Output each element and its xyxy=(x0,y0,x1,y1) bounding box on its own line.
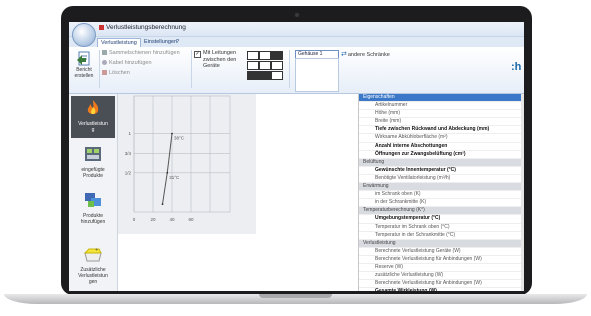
y-tick-label: 3/4 xyxy=(125,151,132,156)
series-line xyxy=(162,133,173,205)
flame-icon xyxy=(87,100,99,115)
y-tick-label: 1 xyxy=(128,131,131,136)
nav-eingefuegte-label: eingefügte Produkte xyxy=(81,167,105,179)
property-row[interactable]: Berechnete Verlustleistung Geräte (W) xyxy=(359,248,524,256)
property-row[interactable]: im Schrank oben (K) xyxy=(359,191,524,200)
ribbon-tab-bar: Verlustleistung Einstellungen ? xyxy=(69,37,524,48)
layout-button-7[interactable] xyxy=(247,71,259,80)
products-icon xyxy=(85,147,101,161)
property-row[interactable]: Gewünschte Innentemperatur (°C) xyxy=(359,167,524,175)
data-label: 31°C xyxy=(169,175,180,180)
data-point xyxy=(171,132,173,135)
property-row[interactable]: Anzahl interne Abschottungen xyxy=(359,143,524,151)
svg-text:+: + xyxy=(95,247,98,252)
cable-icon xyxy=(102,60,107,66)
layout-button-8[interactable] xyxy=(259,71,271,80)
property-row[interactable]: Reserve (W) xyxy=(359,264,524,273)
bericht-erstellen-label: Bericht erstellen xyxy=(74,67,94,79)
swap-icon: ⇄ xyxy=(341,51,347,58)
ribbon-separator xyxy=(289,50,290,88)
temperature-chart: 1 3/4 1/2 0 20 40 60 38°C 31°C xyxy=(118,94,358,291)
window-title: Verlustleistungsberechnung xyxy=(99,24,186,31)
x-tick-label: 60 xyxy=(188,217,194,222)
nav-zusaetzliche-verlustleistungen[interactable]: + Zusätzliche Verlustleistun gen xyxy=(71,242,115,290)
bericht-erstellen-button[interactable]: Bericht erstellen xyxy=(72,51,96,89)
ribbon: Bericht erstellen Sammelschienen hinzufü… xyxy=(69,47,524,94)
layout-button-4[interactable] xyxy=(247,61,259,70)
loeschen-button[interactable]: Löschen xyxy=(102,70,130,76)
app-window: Verlustleistungsberechnung Verlustleistu… xyxy=(69,22,524,291)
application-menu-button[interactable] xyxy=(72,23,96,47)
property-rows: Eigenschaften Artikelnummer Höhe (mm) Breit… xyxy=(359,94,524,291)
property-grid-scrollbar[interactable] xyxy=(521,94,524,291)
x-tick-label: 0 xyxy=(133,217,136,222)
property-category[interactable]: Erwärmung xyxy=(359,183,524,192)
y-tick-label: 1/2 xyxy=(125,170,132,175)
layout-button-3[interactable] xyxy=(271,51,283,60)
chart-svg: 1 3/4 1/2 0 20 40 60 38°C 31°C xyxy=(125,95,231,222)
plot-area xyxy=(133,95,231,213)
property-row[interactable]: Berechnete Verlustleistung für Anbindung… xyxy=(359,280,524,289)
kabel-button[interactable]: Kabel hinzufügen xyxy=(102,60,152,66)
property-row[interactable]: Breite (mm) xyxy=(359,118,524,127)
add-products-icon xyxy=(85,193,101,207)
property-row[interactable]: Gesamte Wirkleistung (W) xyxy=(359,288,524,291)
x-tick-label: 20 xyxy=(150,217,156,222)
nav-produkte-hinzufuegen[interactable]: Produkte hinzufügen xyxy=(71,188,115,230)
title-bar: Verlustleistungsberechnung xyxy=(69,22,524,37)
property-row[interactable]: Artikelnummer xyxy=(359,102,524,111)
left-navigation-panel: Verlustleistun g eingefügte Produkte Pro… xyxy=(69,94,118,291)
mit-leitungen-label: Mit Leitungen zwischen den Geräte xyxy=(203,50,237,69)
nav-eingefuegte-produkte[interactable]: eingefügte Produkte xyxy=(71,142,115,184)
checkbox-box: ✓ xyxy=(194,51,201,58)
property-row[interactable]: Wirksame Abkühloberfläche (m²) xyxy=(359,134,524,143)
property-row[interactable]: Öffnungen zur Zwangsbelüftung (cm²) xyxy=(359,151,524,159)
report-icon xyxy=(77,51,90,66)
data-point xyxy=(161,203,164,206)
property-row[interactable]: Temperatur im Schrank oben (°C) xyxy=(359,224,524,232)
sammelschienen-button[interactable]: Sammelschienen hinzufügen xyxy=(102,50,180,56)
brand-logo: :h xyxy=(511,61,522,73)
property-row[interactable]: Berechnete Verlustleistung für Anbindung… xyxy=(359,256,524,264)
property-row[interactable]: in der Schrankmitte (K) xyxy=(359,199,524,208)
property-category[interactable]: Belüftung xyxy=(359,158,524,167)
nav-produkte-label: Produkte hinzufügen xyxy=(80,213,106,225)
data-point xyxy=(166,171,169,174)
property-row[interactable]: Höhe (mm) xyxy=(359,110,524,119)
app-icon xyxy=(99,24,104,30)
property-row[interactable]: Tiefe zwischen Rückwand und Abdeckung (m… xyxy=(359,126,524,135)
x-tick-label: 40 xyxy=(169,217,175,222)
ribbon-separator xyxy=(191,50,192,88)
layout-button-9[interactable] xyxy=(271,71,283,80)
property-row[interactable]: Umgebungstemperatur (°C) xyxy=(359,215,524,224)
ribbon-separator xyxy=(99,50,100,88)
property-grid: Eigenschaften Artikelnummer Höhe (mm) Breit… xyxy=(358,94,524,291)
tab-help[interactable]: ? xyxy=(173,38,182,47)
busbar-icon xyxy=(102,50,107,56)
webcam-icon xyxy=(295,13,299,17)
additional-loss-icon: + xyxy=(83,247,102,262)
property-category[interactable]: Verlustleistung xyxy=(359,239,524,248)
nav-verlustleistung-label: Verlustleistun g xyxy=(78,121,108,133)
layout-button-6[interactable] xyxy=(271,61,283,70)
nav-zusaetzliche-label: Zusätzliche Verlustleistun gen xyxy=(78,267,108,285)
nav-verlustleistung[interactable]: Verlustleistun g xyxy=(71,96,115,138)
andere-schraenke-button[interactable]: ⇄andere Schränke xyxy=(341,50,390,58)
layout-button-2[interactable] xyxy=(259,51,271,60)
layout-button-5[interactable] xyxy=(259,61,271,70)
property-row[interactable]: Temperatur in der Schrankmitte (°C) xyxy=(359,232,524,240)
cabinet-list[interactable] xyxy=(295,58,339,92)
data-label: 38°C xyxy=(174,136,185,141)
laptop-notch xyxy=(259,294,332,298)
property-row[interactable]: Benötigte Ventilatorleistung (m³/h) xyxy=(359,175,524,184)
property-category[interactable]: Temperaturberechnung (K°) xyxy=(359,207,524,216)
layout-button-1[interactable] xyxy=(247,51,259,60)
delete-icon xyxy=(102,70,107,76)
property-category[interactable]: Eigenschaften xyxy=(359,94,524,103)
property-row[interactable]: zusätzliche Verlustleistung (W) xyxy=(359,272,524,281)
